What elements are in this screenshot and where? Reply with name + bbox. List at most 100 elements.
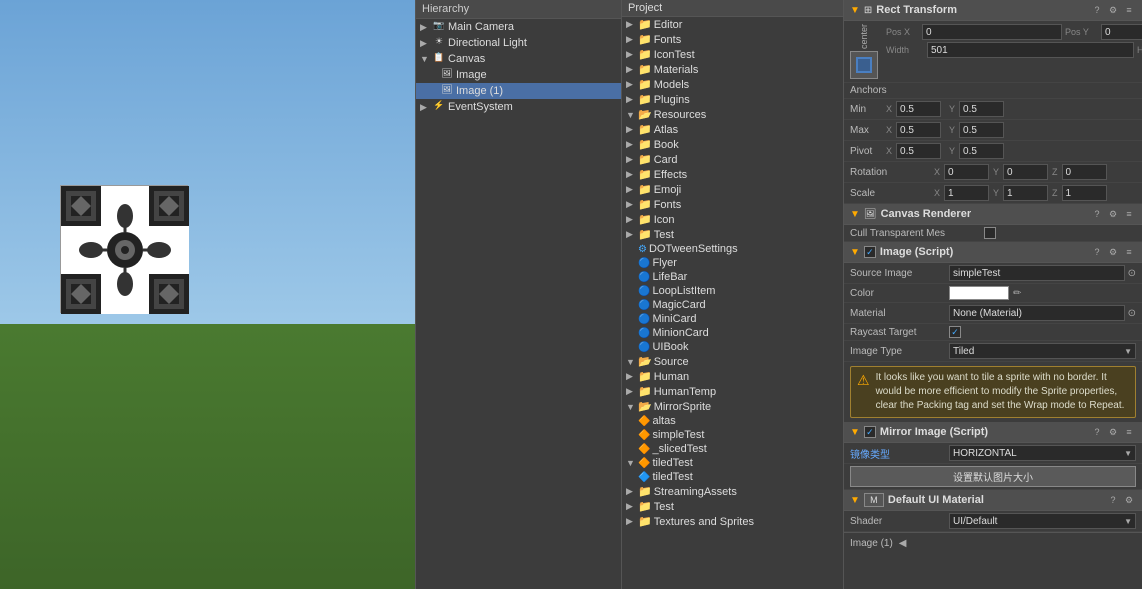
- project-item-looplistitem[interactable]: 🔵 LoopListItem: [622, 284, 843, 298]
- project-item-resources[interactable]: ▼ 📂 Resources: [622, 107, 843, 122]
- project-item-uibook[interactable]: 🔵 UIBook: [622, 340, 843, 354]
- project-item-card[interactable]: ▶ 📁 Card: [622, 152, 843, 167]
- project-item-fonts[interactable]: ▶ 📁 Fonts: [622, 32, 843, 47]
- hierarchy-item-image-1[interactable]: 🖼 Image (1): [416, 83, 621, 99]
- source-image-select[interactable]: simpleTest: [949, 265, 1125, 281]
- project-item-minicard[interactable]: 🔵 MiniCard: [622, 312, 843, 326]
- image-type-select[interactable]: Tiled ▼: [949, 343, 1136, 359]
- project-item-models[interactable]: ▶ 📁 Models: [622, 77, 843, 92]
- project-item-book[interactable]: ▶ 📁 Book: [622, 137, 843, 152]
- image-script-section-header[interactable]: ▼ Image (Script) ? ⚙ ≡: [844, 242, 1142, 263]
- rot-x-input[interactable]: [944, 164, 989, 180]
- project-item-label: altas: [652, 415, 675, 427]
- section-icon-2[interactable]: ⚙: [1106, 3, 1120, 17]
- folder-icon: 📁: [638, 48, 652, 61]
- pos-y-input[interactable]: [1101, 24, 1142, 40]
- scene-view[interactable]: [0, 0, 415, 589]
- color-picker-icon[interactable]: ✏: [1013, 288, 1021, 299]
- project-item-fonts2[interactable]: ▶ 📁 Fonts: [622, 197, 843, 212]
- section-icon-1[interactable]: ?: [1090, 3, 1104, 17]
- rect-transform-section-header[interactable]: ▼ ⊞ Rect Transform ? ⚙ ≡: [844, 0, 1142, 21]
- folder-icon: 📂: [638, 108, 652, 121]
- section-icon-1[interactable]: ?: [1090, 245, 1104, 259]
- max-y-input[interactable]: [959, 122, 1004, 138]
- project-item-textures-sprites[interactable]: ▶ 📁 Textures and Sprites: [622, 514, 843, 529]
- middle-label: center: [857, 24, 871, 49]
- cull-checkbox[interactable]: [984, 227, 996, 239]
- project-item-magiccard[interactable]: 🔵 MagicCard: [622, 298, 843, 312]
- project-item-materials[interactable]: ▶ 📁 Materials: [622, 62, 843, 77]
- project-item-test[interactable]: ▶ 📁 Test: [622, 227, 843, 242]
- section-icon-3[interactable]: ≡: [1122, 207, 1136, 221]
- section-icon-2[interactable]: ⚙: [1106, 245, 1120, 259]
- project-item-tiledtest-asset[interactable]: 🔷 tiledTest: [622, 470, 843, 484]
- project-item-icon[interactable]: ▶ 📁 Icon: [622, 212, 843, 227]
- hierarchy-header: Hierarchy: [416, 0, 621, 19]
- project-item-emoji[interactable]: ▶ 📁 Emoji: [622, 182, 843, 197]
- section-icon-3[interactable]: ≡: [1122, 245, 1136, 259]
- enable-checkbox[interactable]: [864, 426, 876, 438]
- project-item-human[interactable]: ▶ 📁 Human: [622, 369, 843, 384]
- scale-z-input[interactable]: [1062, 185, 1107, 201]
- pos-x-input[interactable]: [922, 24, 1062, 40]
- expand-arrow: ▶: [420, 22, 430, 33]
- section-icon-2[interactable]: ⚙: [1122, 493, 1136, 507]
- project-item-minioncard[interactable]: 🔵 MinionCard: [622, 326, 843, 340]
- min-y-input[interactable]: [959, 101, 1004, 117]
- project-item-plugins[interactable]: ▶ 📁 Plugins: [622, 92, 843, 107]
- section-icon-2[interactable]: ⚙: [1106, 207, 1120, 221]
- material-select[interactable]: None (Material): [949, 305, 1125, 321]
- min-x-input[interactable]: [896, 101, 941, 117]
- project-item-test2[interactable]: ▶ 📁 Test: [622, 499, 843, 514]
- width-input[interactable]: [927, 42, 1134, 58]
- section-icon-1[interactable]: ?: [1106, 493, 1120, 507]
- anchor-graphic[interactable]: [850, 51, 878, 79]
- project-item-atlas[interactable]: ▶ 📁 Atlas: [622, 122, 843, 137]
- project-item-humantemp[interactable]: ▶ 📁 HumanTemp: [622, 384, 843, 399]
- project-item-mirrorsprite[interactable]: ▼ 📂 MirrorSprite: [622, 399, 843, 414]
- project-item-editor[interactable]: ▶ 📁 Editor: [622, 17, 843, 32]
- rot-y-input[interactable]: [1003, 164, 1048, 180]
- project-item-streamingassets[interactable]: ▶ 📁 StreamingAssets: [622, 484, 843, 499]
- hierarchy-item-canvas[interactable]: ▼ 📋 Canvas: [416, 51, 621, 67]
- folder-icon: 📁: [638, 385, 652, 398]
- scale-x-input[interactable]: [944, 185, 989, 201]
- project-item-lifebar[interactable]: 🔵 LifeBar: [622, 270, 843, 284]
- section-icon-2[interactable]: ⚙: [1106, 425, 1120, 439]
- pivot-y-input[interactable]: [959, 143, 1004, 159]
- project-item-effects[interactable]: ▶ 📁 Effects: [622, 167, 843, 182]
- enable-checkbox[interactable]: [864, 246, 876, 258]
- max-x-input[interactable]: [896, 122, 941, 138]
- shader-select[interactable]: UI/Default ▼: [949, 513, 1136, 529]
- folder-icon: 📁: [638, 515, 652, 528]
- scale-y-input[interactable]: [1003, 185, 1048, 201]
- rot-z-input[interactable]: [1062, 164, 1107, 180]
- section-icon-3[interactable]: ≡: [1122, 3, 1136, 17]
- hierarchy-item-image[interactable]: 🖼 Image: [416, 67, 621, 83]
- mirror-type-select[interactable]: HORIZONTAL ▼: [949, 445, 1136, 461]
- raycast-checkbox[interactable]: [949, 326, 961, 338]
- section-icon-1[interactable]: ?: [1090, 207, 1104, 221]
- hierarchy-item-eventsystem[interactable]: ▶ ⚡ EventSystem: [416, 99, 621, 115]
- color-swatch[interactable]: [949, 286, 1009, 300]
- source-image-picker[interactable]: ⊙: [1128, 268, 1136, 279]
- section-icon-1[interactable]: ?: [1090, 425, 1104, 439]
- project-item-dotween[interactable]: ⚙ DOTweenSettings: [622, 242, 843, 256]
- project-item-altas[interactable]: 🔶 altas: [622, 414, 843, 428]
- mirror-image-section-header[interactable]: ▼ Mirror Image (Script) ? ⚙ ≡: [844, 422, 1142, 443]
- project-item-tiledtest-folder[interactable]: ▼ 🔶 tiledTest: [622, 456, 843, 470]
- material-picker[interactable]: ⊙: [1128, 308, 1136, 319]
- pivot-x-input[interactable]: [896, 143, 941, 159]
- project-item-simpletest[interactable]: 🔶 simpleTest: [622, 428, 843, 442]
- section-icon-3[interactable]: ≡: [1122, 425, 1136, 439]
- hierarchy-item-main-camera[interactable]: ▶ 📷 Main Camera: [416, 19, 621, 35]
- project-item-icontest[interactable]: ▶ 📁 IconTest: [622, 47, 843, 62]
- set-default-size-button[interactable]: 设置默认图片大小: [850, 466, 1136, 487]
- hierarchy-item-directional-light[interactable]: ▶ ☀ Directional Light: [416, 35, 621, 51]
- project-item-label: MagicCard: [652, 299, 705, 311]
- default-ui-material-section-header[interactable]: ▼ M Default UI Material ? ⚙: [844, 490, 1142, 511]
- project-item-source[interactable]: ▼ 📂 Source: [622, 354, 843, 369]
- project-item-slicedtest[interactable]: 🔶 _slicedTest: [622, 442, 843, 456]
- canvas-renderer-section-header[interactable]: ▼ 🖼 Canvas Renderer ? ⚙ ≡: [844, 204, 1142, 225]
- project-item-flyer[interactable]: 🔵 Flyer: [622, 256, 843, 270]
